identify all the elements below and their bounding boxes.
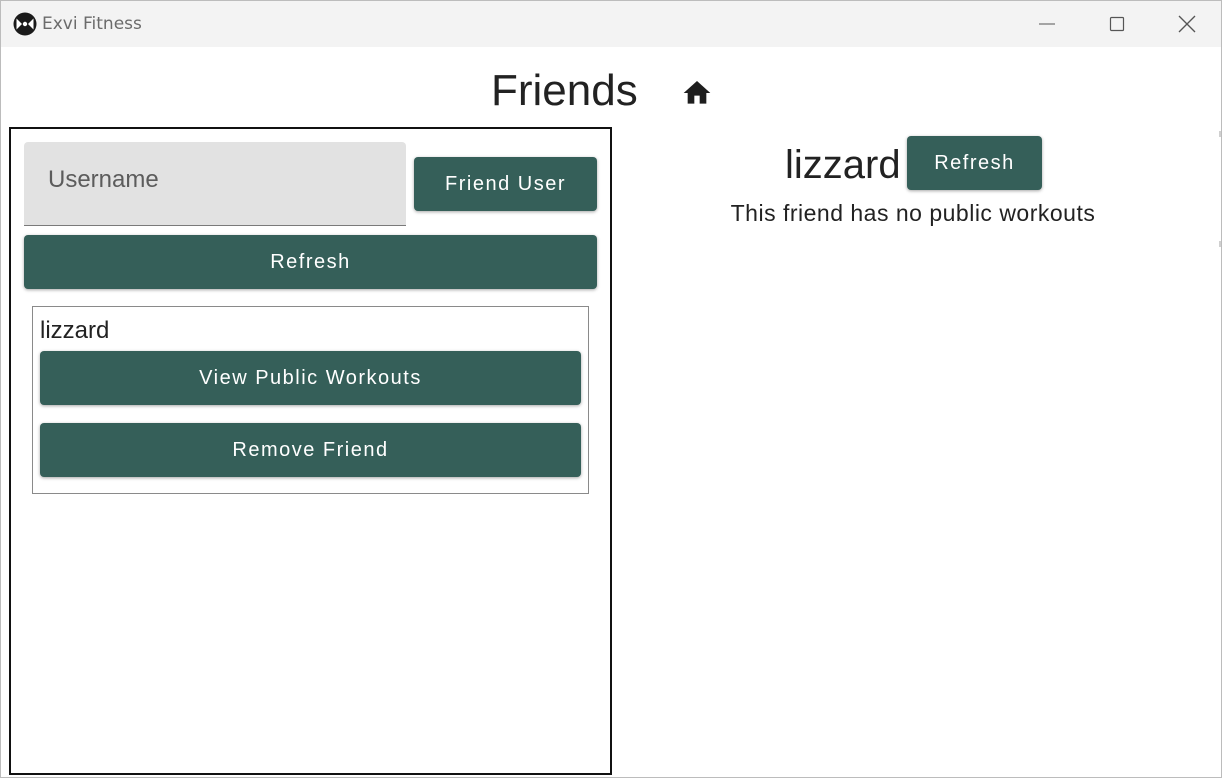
page-title: Friends (491, 66, 638, 115)
username-input[interactable] (24, 142, 406, 225)
friend-user-button[interactable]: Friend User (414, 157, 597, 211)
remove-friend-button[interactable]: Remove Friend (40, 423, 581, 477)
window-title: Exvi Fitness (42, 14, 142, 34)
scrollbar-marker-top (1219, 131, 1221, 137)
close-icon (1178, 15, 1196, 33)
minimize-button[interactable] (1012, 1, 1082, 47)
no-workouts-message: This friend has no public workouts (730, 200, 1096, 226)
friend-card: lizzard View Public Workouts Remove Frie… (32, 306, 589, 494)
refresh-friends-button[interactable]: Refresh (24, 235, 597, 289)
username-field[interactable] (24, 142, 406, 226)
refresh-workouts-button[interactable]: Refresh (907, 136, 1042, 190)
view-public-workouts-button[interactable]: View Public Workouts (40, 351, 581, 405)
scrollbar-marker-bottom (1219, 241, 1221, 247)
minimize-icon (1039, 23, 1055, 25)
home-icon[interactable] (681, 77, 713, 109)
selected-friend-name: lizzard (785, 143, 901, 187)
friend-detail-panel: lizzard Refresh This friend has no publi… (613, 127, 1221, 775)
exvi-logo-icon (13, 12, 37, 36)
maximize-icon (1109, 16, 1125, 32)
friends-list-panel: Friend User Refresh lizzard View Public … (9, 127, 612, 775)
friend-name: lizzard (40, 317, 110, 344)
title-bar[interactable]: Exvi Fitness (1, 1, 1221, 47)
close-button[interactable] (1152, 1, 1222, 47)
page-header: Friends (1, 65, 1221, 121)
app-window: Exvi Fitness Friends Friend User (0, 0, 1222, 778)
maximize-button[interactable] (1082, 1, 1152, 47)
